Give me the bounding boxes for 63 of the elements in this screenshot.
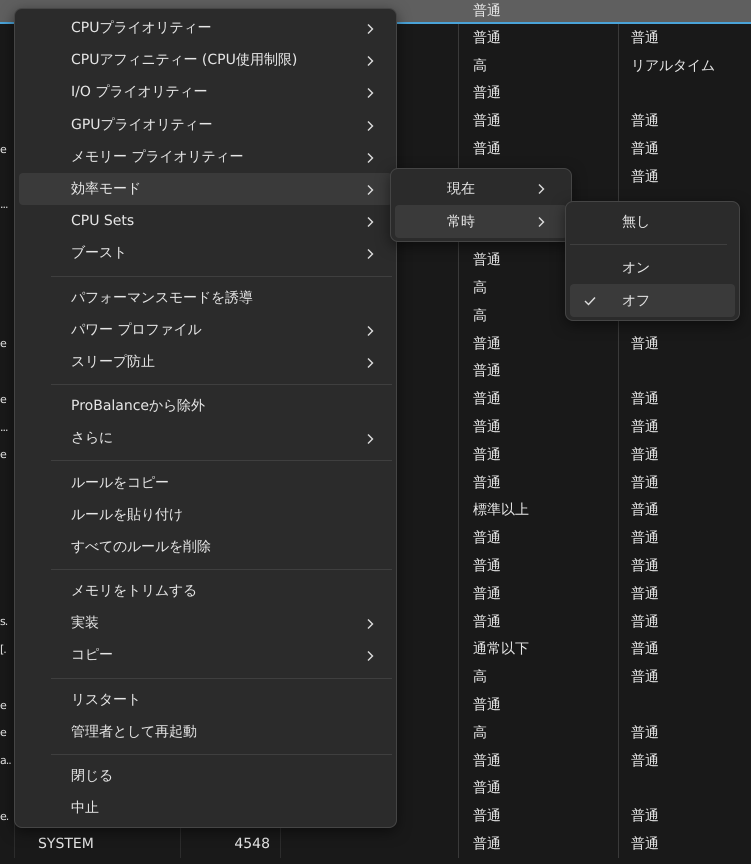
table-cell: 高 bbox=[473, 56, 487, 75]
table-cell: 普通 bbox=[631, 334, 659, 353]
table-cell: 普通 bbox=[631, 612, 659, 631]
table-cell: e bbox=[0, 726, 6, 740]
table-cell: 普通 bbox=[473, 390, 501, 408]
table-cell: 普通 bbox=[631, 28, 659, 47]
table-cell: 普通 bbox=[473, 612, 501, 631]
table-cell: s. bbox=[0, 615, 8, 628]
table-cell: 普通 bbox=[631, 584, 659, 603]
table-cell: 普通 bbox=[631, 668, 659, 686]
table-cell: 普通 bbox=[631, 752, 659, 770]
table-cell: ... bbox=[0, 198, 8, 212]
table-cell: 普通 bbox=[473, 529, 501, 548]
table-cell: e bbox=[0, 142, 6, 156]
table-cell: 普通 bbox=[473, 84, 501, 102]
table-cell: 普通 bbox=[631, 390, 659, 408]
table-cell: 高 bbox=[473, 724, 487, 742]
table-cell: 普通 bbox=[473, 807, 501, 826]
table-cell: 普通 bbox=[473, 334, 501, 353]
table-cell: 普通 bbox=[473, 251, 501, 270]
table-cell: 普通 bbox=[631, 724, 659, 742]
table-cell: 普通 bbox=[473, 752, 501, 770]
table-cell: e bbox=[0, 337, 6, 350]
table-cell: リアルタイム bbox=[631, 56, 715, 75]
table-cell: 普通 bbox=[631, 140, 659, 158]
table-cell: 普通 bbox=[473, 2, 501, 20]
table-cell: 普通 bbox=[631, 807, 659, 826]
table-cell: 高 bbox=[473, 668, 487, 686]
table-cell: 通常以下 bbox=[473, 640, 529, 658]
table-cell: 普通 bbox=[631, 418, 659, 436]
table-cell: 普通 bbox=[473, 112, 501, 130]
table-cell: e bbox=[0, 392, 6, 406]
table-cell: 高 bbox=[473, 279, 487, 298]
table-cell: 普通 bbox=[473, 446, 501, 464]
table-cell: 普通 bbox=[473, 418, 501, 436]
table-cell: 普通 bbox=[631, 501, 659, 520]
table-cell: SYSTEM bbox=[38, 836, 94, 852]
table-cell: e bbox=[0, 698, 6, 712]
table-cell: 普通 bbox=[631, 557, 659, 576]
table-cell: 普通 bbox=[631, 474, 659, 492]
table-cell: 普通 bbox=[473, 474, 501, 492]
table-cell: 普通 bbox=[473, 362, 501, 380]
table-cell: 普通 bbox=[631, 835, 659, 853]
table-cell: ... bbox=[0, 420, 8, 434]
table-cell: 高 bbox=[473, 306, 487, 325]
table-cell: 4548 bbox=[234, 836, 270, 852]
table-cell: 標準以上 bbox=[473, 501, 529, 520]
table-cell: 普通 bbox=[631, 640, 659, 658]
table-cell: 普通 bbox=[473, 835, 501, 853]
table-cell: 普通 bbox=[473, 28, 501, 47]
table-cell: a.. bbox=[0, 754, 11, 768]
table-cell: e bbox=[0, 448, 6, 462]
table-cell: 普通 bbox=[473, 696, 501, 714]
table-cell: 普通 bbox=[631, 446, 659, 464]
table-cell: 普通 bbox=[473, 584, 501, 603]
table-cell: [. bbox=[0, 642, 6, 656]
table-cell: 普通 bbox=[473, 779, 501, 798]
table-cell: 普通 bbox=[631, 112, 659, 130]
table-cell: 普通 bbox=[631, 529, 659, 548]
table-cell: e. bbox=[0, 810, 8, 823]
table-cell: 普通 bbox=[473, 557, 501, 576]
table-cell: 普通 bbox=[631, 168, 659, 186]
table-cell: 普通 bbox=[473, 140, 501, 158]
